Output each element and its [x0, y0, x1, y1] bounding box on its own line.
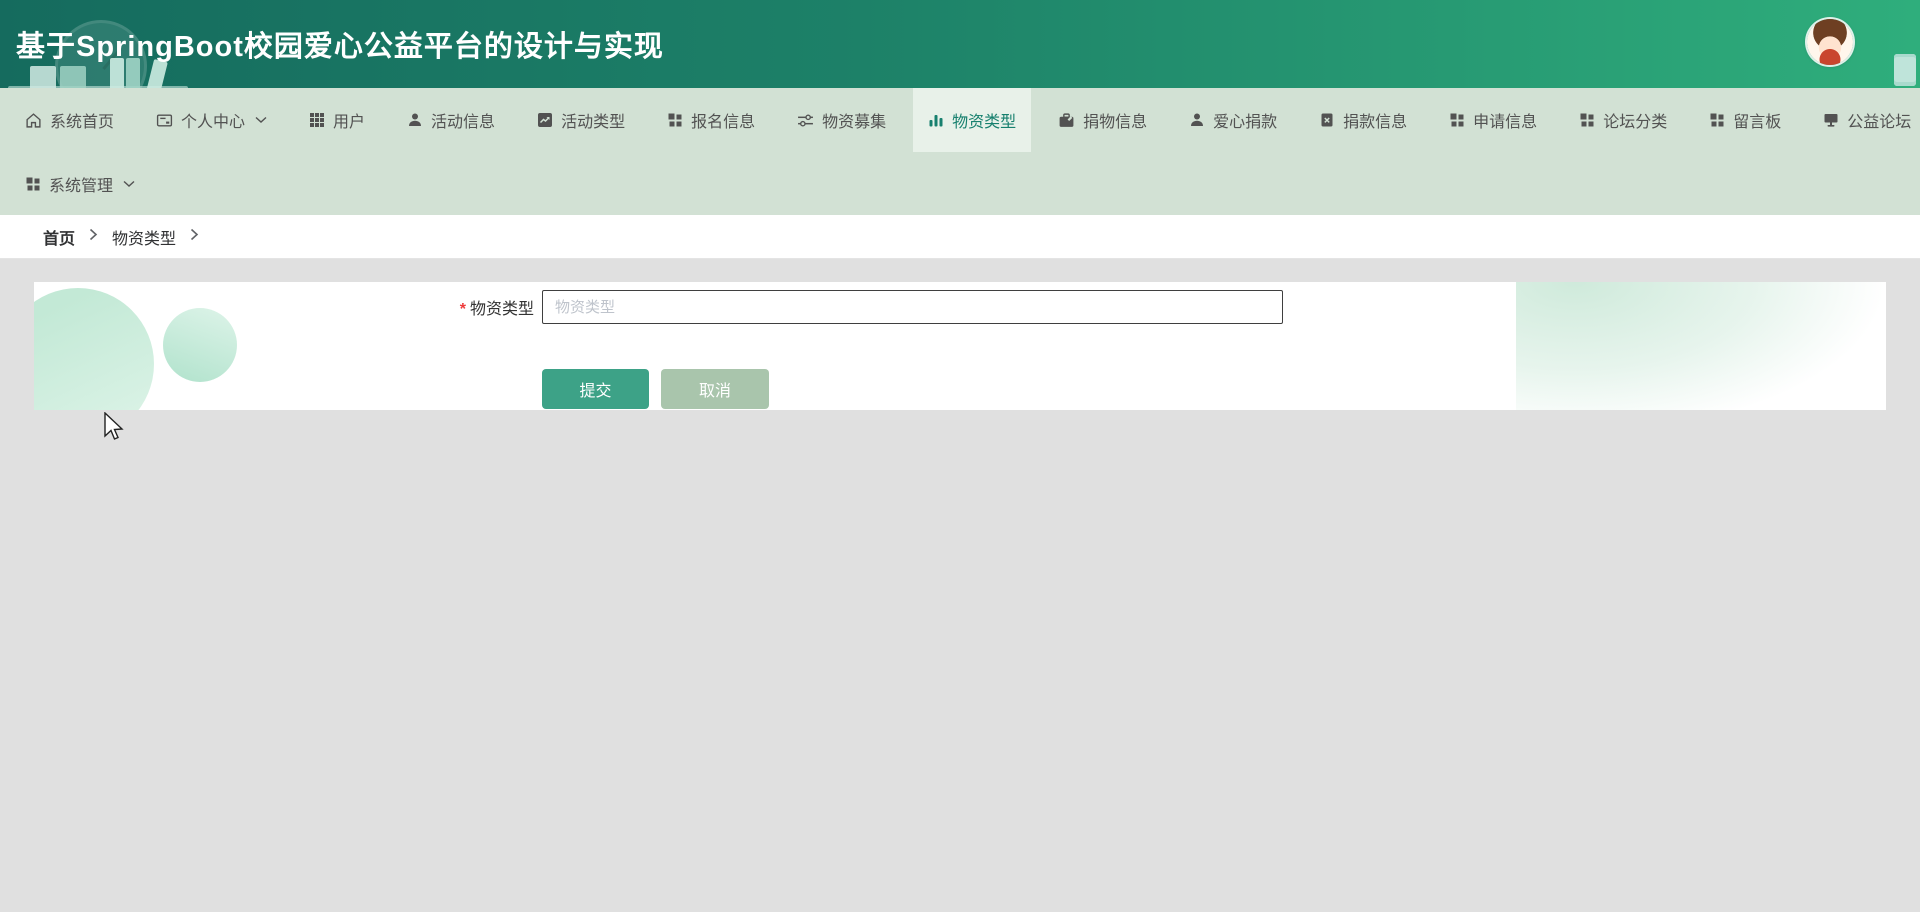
nav-item-activity-type[interactable]: 活动类型 [522, 88, 640, 152]
nav-item-label: 捐物信息 [1083, 114, 1148, 131]
nav-item-label: 活动类型 [561, 114, 626, 131]
nav-item-label: 系统首页 [50, 114, 115, 131]
breadcrumb-item-material-type: 物资类型 [112, 230, 177, 248]
main-nav: 系统首页 个人中心 用户 活动信息 活动类型 报名信息 物资募集 物资类型 捐物… [0, 88, 1920, 215]
card-icon [156, 112, 173, 129]
grid4-icon [1449, 112, 1465, 128]
nav-item-label: 爱心捐款 [1213, 114, 1278, 131]
phone-icon [1894, 54, 1916, 86]
main-content: *物资类型 提交 取消 [0, 259, 1920, 884]
user-icon [1189, 112, 1205, 128]
user-icon [407, 112, 423, 128]
submit-button[interactable]: 提交 [542, 369, 649, 409]
nav-item-material-collection[interactable]: 物资募集 [782, 88, 901, 152]
field-label-text: 物资类型 [469, 301, 534, 318]
cancel-button[interactable]: 取消 [661, 369, 769, 409]
nav-item-label: 物资募集 [822, 114, 887, 131]
doc-x-icon [1319, 112, 1335, 128]
grid4-icon [1709, 112, 1725, 128]
nav-row-primary: 系统首页 个人中心 用户 活动信息 活动类型 报名信息 物资募集 物资类型 捐物… [0, 88, 1920, 152]
chevron-down-icon [255, 116, 267, 124]
nav-item-message-board[interactable]: 留言板 [1694, 88, 1796, 152]
app-header: 基于SpringBoot校园爱心公益平台的设计与实现 [0, 0, 1920, 88]
nav-item-application-info[interactable]: 申请信息 [1434, 88, 1552, 152]
sliders-icon [797, 112, 814, 129]
grid9-icon [309, 112, 325, 128]
grid4-icon [1579, 112, 1595, 128]
nav-item-activity-info[interactable]: 活动信息 [392, 88, 510, 152]
nav-item-label: 公益论坛 [1847, 114, 1912, 131]
chevron-right-icon [89, 228, 98, 246]
grid4-icon [667, 112, 683, 128]
nav-item-label: 捐款信息 [1343, 114, 1408, 131]
nav-item-label: 申请信息 [1473, 114, 1538, 131]
nav-item-label: 论坛分类 [1603, 114, 1668, 131]
breadcrumb: 首页 物资类型 [0, 215, 1920, 259]
nav-item-material-type[interactable]: 物资类型 [913, 88, 1032, 152]
nav-item-label: 用户 [333, 114, 366, 131]
nav-item-label: 个人中心 [181, 114, 246, 131]
nav-item-system-management[interactable]: 系统管理 [10, 152, 150, 215]
grid4-icon [25, 176, 41, 192]
nav-row-secondary: 系统管理 [0, 152, 1920, 215]
breadcrumb-item-home[interactable]: 首页 [43, 225, 75, 249]
nav-item-signup-info[interactable]: 报名信息 [652, 88, 770, 152]
nav-item-label: 报名信息 [691, 114, 756, 131]
nav-item-forum-category[interactable]: 论坛分类 [1564, 88, 1682, 152]
nav-item-system-home[interactable]: 系统首页 [10, 88, 129, 152]
chart-line-icon [537, 112, 553, 128]
form-card: *物资类型 提交 取消 [34, 282, 1886, 410]
chevron-down-icon [123, 180, 135, 188]
nav-item-donation-info[interactable]: 捐款信息 [1304, 88, 1422, 152]
monitor-small-icon [1823, 112, 1839, 128]
nav-item-donated-goods-info[interactable]: 捐物信息 [1043, 88, 1162, 152]
nav-item-users[interactable]: 用户 [294, 88, 380, 152]
nav-item-label: 活动信息 [431, 114, 496, 131]
avatar[interactable] [1807, 19, 1853, 65]
nav-item-label: 留言板 [1733, 114, 1782, 131]
nav-item-love-donation[interactable]: 爱心捐款 [1174, 88, 1292, 152]
form-actions: 提交 取消 [542, 369, 769, 409]
material-type-input[interactable] [542, 290, 1283, 324]
material-type-form-item: * 物资类型 [34, 290, 1886, 324]
required-asterisk: * [459, 301, 466, 318]
nav-item-label: 物资类型 [952, 114, 1017, 131]
bar-chart-icon [928, 112, 944, 128]
page-title: 基于SpringBoot校园爱心公益平台的设计与实现 [16, 31, 664, 63]
home-icon [25, 112, 42, 129]
material-type-label: * 物资类型 [34, 295, 534, 319]
chevron-right-icon [190, 228, 199, 246]
nav-item-personal-center[interactable]: 个人中心 [141, 88, 282, 152]
briefcase-icon [1058, 112, 1075, 129]
nav-item-charity-forum[interactable]: 公益论坛 [1808, 88, 1920, 152]
nav-item-label: 系统管理 [49, 177, 114, 195]
